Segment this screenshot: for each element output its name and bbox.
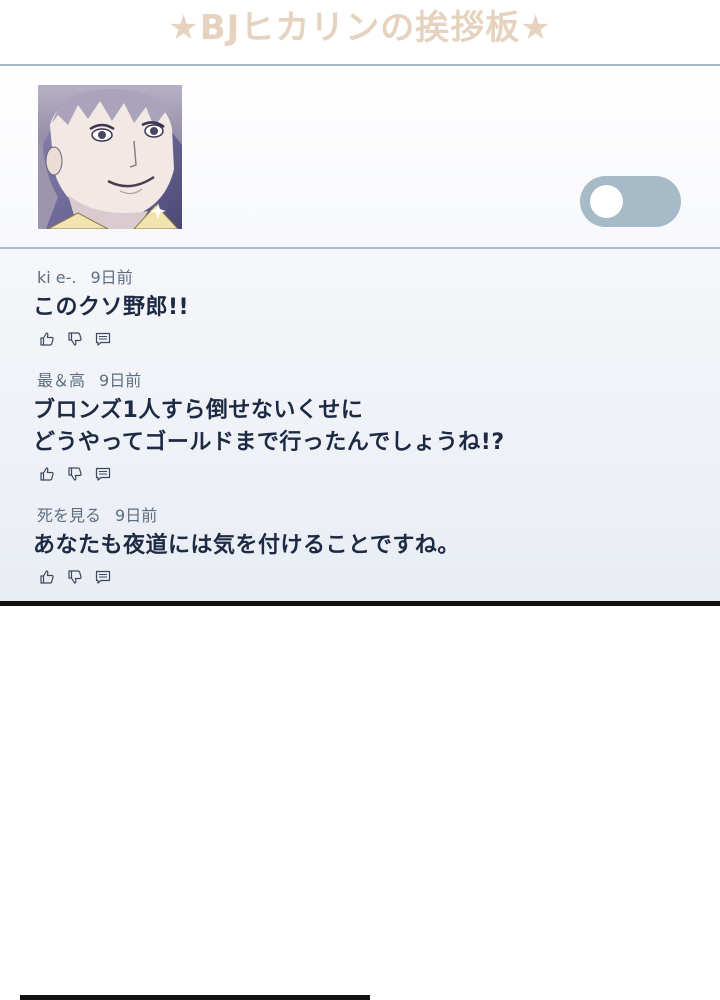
- comment-time: 9日前: [99, 371, 142, 390]
- comment-time: 9日前: [115, 506, 158, 525]
- page: ★BJヒカリンの挨拶板★ ki e-. 9日前 このクソ野郎!! 最＆高 9日前…: [0, 0, 720, 1000]
- comment-text-line: ブロンズ1人すら倒せないくせに: [33, 398, 364, 423]
- toggle-switch[interactable]: [580, 176, 681, 227]
- thumbs-down-icon[interactable]: [67, 466, 83, 482]
- comment-actions: [33, 463, 720, 485]
- comment-text-line: どうやってゴールドまで行ったんでしょうね!?: [33, 430, 505, 455]
- comment-item: 最＆高 9日前 ブロンズ1人すら倒せないくせに どうやってゴールドまで行ったんでし…: [0, 369, 720, 485]
- comment-item: ki e-. 9日前 このクソ野郎!!: [0, 266, 720, 350]
- thumbs-up-icon[interactable]: [39, 466, 55, 482]
- comment-author[interactable]: ki e-.: [37, 268, 77, 287]
- comment-body: あなたも夜道には気を付けることですね。: [33, 530, 720, 562]
- thumbs-down-icon[interactable]: [67, 331, 83, 347]
- comment-author[interactable]: 死を見る: [37, 506, 101, 525]
- comment-actions: [33, 328, 720, 350]
- comment-list: ki e-. 9日前 このクソ野郎!! 最＆高 9日前 ブロンズ1人すら倒せない…: [0, 266, 720, 588]
- thumbs-up-icon[interactable]: [39, 569, 55, 585]
- comment-text-line: このクソ野郎!!: [33, 295, 190, 320]
- comment-meta: 死を見る 9日前: [33, 504, 720, 528]
- comment-author[interactable]: 最＆高: [37, 371, 85, 390]
- page-title: ★BJヒカリンの挨拶板★: [168, 8, 552, 48]
- comment-item: 死を見る 9日前 あなたも夜道には気を付けることですね。: [0, 504, 720, 588]
- thumbs-down-icon[interactable]: [67, 569, 83, 585]
- comment-text-line: あなたも夜道には気を付けることですね。: [33, 533, 460, 558]
- comment-meta: 最＆高 9日前: [33, 369, 720, 393]
- comment-body: このクソ野郎!!: [33, 292, 720, 324]
- comment-body: ブロンズ1人すら倒せないくせに どうやってゴールドまで行ったんでしょうね!?: [33, 395, 720, 459]
- thumbs-up-icon[interactable]: [39, 331, 55, 347]
- bottom-divider-bar: [20, 995, 370, 1000]
- comment-icon[interactable]: [95, 331, 111, 347]
- greeting-board-panel: ki e-. 9日前 このクソ野郎!! 最＆高 9日前 ブロンズ1人すら倒せない…: [0, 64, 720, 606]
- comment-icon[interactable]: [95, 466, 111, 482]
- comment-actions: [33, 566, 720, 588]
- toggle-knob: [590, 185, 623, 218]
- comment-icon[interactable]: [95, 569, 111, 585]
- comment-meta: ki e-. 9日前: [33, 266, 720, 290]
- avatar[interactable]: [38, 85, 182, 229]
- comment-time: 9日前: [90, 268, 133, 287]
- profile-header: [0, 66, 720, 249]
- avatar-illustration: [38, 85, 182, 229]
